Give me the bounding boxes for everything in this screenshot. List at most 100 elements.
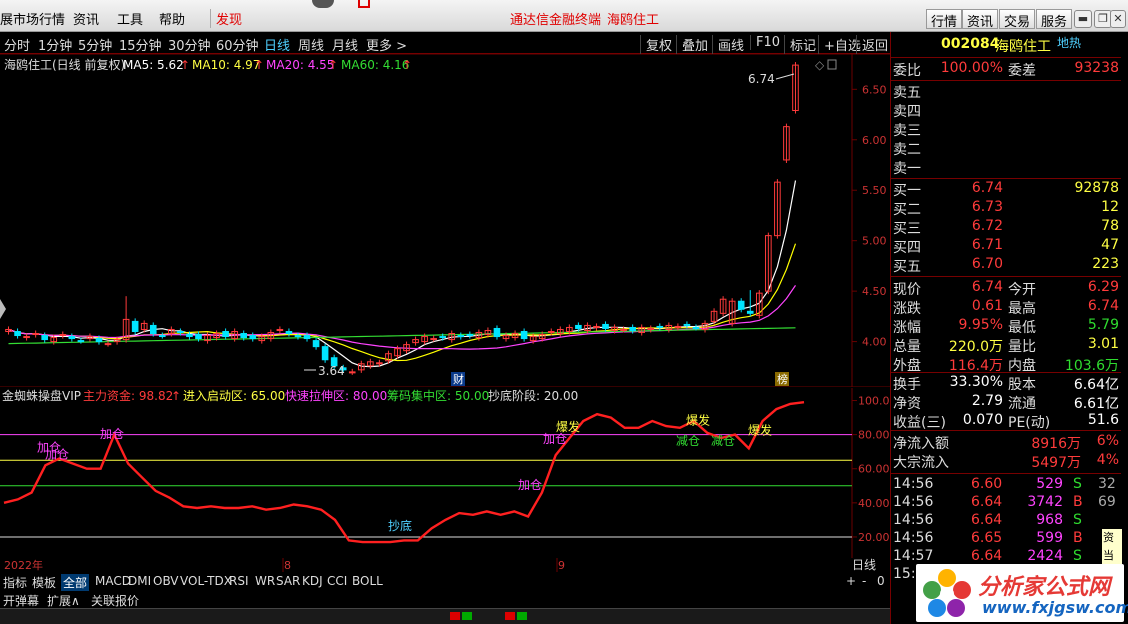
danmu-button[interactable]: 开弹幕 (3, 592, 39, 609)
low-label: 3.64 (318, 364, 345, 378)
btn-quote[interactable]: 行情 (926, 9, 963, 30)
period-1min[interactable]: 1分钟 (38, 35, 72, 54)
stat2-label-2: PE(动) (1008, 415, 1051, 431)
stat-value-2: 6.29 (1087, 279, 1119, 295)
tool-fuquan[interactable]: 复权 (640, 35, 672, 54)
tab-boll[interactable]: BOLL (352, 574, 383, 588)
kline-chart[interactable]: 海鸥住工(日线 前复权) MA5: 5.62 ↑ MA10: 4.97 ↑ MA… (0, 54, 890, 387)
btn-trade[interactable]: 交易 (999, 9, 1036, 30)
stat2-value-2: 6.64亿 (1073, 377, 1119, 393)
tab-sar[interactable]: SAR (276, 574, 300, 588)
tab-indicator[interactable]: 指标 (3, 574, 27, 591)
tool-f10[interactable]: F10 (750, 35, 780, 50)
watermark-logo: 分析家公式网 www.fxjgsw.com (916, 564, 1128, 622)
menu-discover[interactable]: 发现 (210, 9, 242, 28)
ind-annotation: 爆发 (686, 412, 710, 427)
status-up2-icon (505, 612, 515, 620)
buy2-price: 6.73 (971, 199, 1003, 215)
candle-body (177, 331, 184, 334)
candle-body (77, 340, 85, 343)
diamond-icon[interactable]: ◇ (815, 58, 825, 72)
ma5-arrow: ↑ (180, 58, 190, 72)
menu-tools[interactable]: 工具 (117, 9, 143, 28)
close-icon[interactable]: ✕ (1110, 10, 1126, 28)
period-more[interactable]: 更多 > (366, 35, 407, 54)
status-down-icon (462, 612, 472, 620)
tool-mark[interactable]: 标记 (784, 35, 816, 54)
menu-news[interactable]: 资讯 (73, 9, 99, 28)
stat2-row: 收益(三) 0.070 PE(动) 51.6 (891, 412, 1121, 431)
scroll-left-icon[interactable] (0, 299, 6, 319)
zoom-reset-button[interactable]: 0 (877, 574, 885, 588)
indicator-chart[interactable]: 金蜘蛛操盘VIP 主力资金: 98.82 ↑ 进入启动区: 65.00 快速拉伸… (0, 388, 890, 558)
promo-terminal[interactable]: 通达信金融终端 (510, 9, 601, 28)
buy4-row[interactable]: 买四 6.71 47 (891, 237, 1121, 256)
candle-body (629, 326, 636, 331)
tool-overlay[interactable]: 叠加 (676, 35, 708, 54)
candle-body (746, 310, 754, 314)
period-monthly[interactable]: 月线 (332, 35, 358, 54)
tool-add-watch[interactable]: +自选 (818, 35, 861, 54)
tool-back[interactable]: 返回 (856, 35, 888, 54)
candle-body (439, 336, 447, 339)
zoom-in-button[interactable]: + (846, 574, 856, 588)
candle-body (737, 300, 745, 310)
btn-news[interactable]: 资讯 (962, 9, 999, 30)
tick-price: 6.64 (971, 494, 1003, 510)
period-5min[interactable]: 5分钟 (78, 35, 112, 54)
buy2-row[interactable]: 买二 6.73 12 (891, 199, 1121, 218)
ma20-arrow: ↑ (328, 58, 338, 72)
tab-template[interactable]: 模板 (32, 574, 56, 591)
promo-stock[interactable]: 海鸥住工 (607, 9, 659, 28)
ind-annotation: 加仓 (543, 432, 567, 446)
stock-tag[interactable]: 地热 (1057, 34, 1081, 51)
tab-cci[interactable]: CCI (327, 574, 347, 588)
stat2-label-2: 股本 (1008, 377, 1036, 393)
expand-button[interactable]: 扩展∧ (47, 592, 80, 609)
period-15min[interactable]: 15分钟 (119, 35, 162, 54)
tick-count: 32 (1098, 476, 1116, 492)
minimize-icon[interactable]: ▬ (1074, 10, 1092, 28)
ma10-label: MA10: 4.97 (192, 58, 260, 72)
stat-value-2: 3.01 (1087, 336, 1119, 352)
buy3-price: 6.72 (971, 218, 1003, 234)
tab-macd[interactable]: MACD (95, 574, 131, 588)
related-quote-button[interactable]: 关联报价 (91, 592, 139, 609)
sell1-label: 卖一 (893, 161, 921, 177)
tab-kdj[interactable]: KDJ (302, 574, 323, 588)
tab-rsi[interactable]: RSI (229, 574, 249, 588)
tab-wr[interactable]: WR (255, 574, 275, 588)
tab-vol-tdx[interactable]: VOL-TDX (180, 574, 232, 588)
quote-panel: 002084 海鸥住工 地热 委比 100.00% 委差 93238 卖五 卖四… (890, 32, 1122, 624)
period-daily[interactable]: 日线 (264, 35, 290, 54)
buy3-label: 买三 (893, 221, 921, 237)
sell5-row: 卖五 (891, 82, 1121, 101)
menu-bar: 展市场行情 资讯 工具 帮助 发现 通达信金融终端 海鸥住工 行情 资讯 交易 … (0, 0, 1128, 32)
netflow-label: 净流入额 (893, 436, 949, 452)
buy1-row[interactable]: 买一 6.74 92878 (891, 180, 1121, 199)
tab-obv[interactable]: OBV (153, 574, 179, 588)
buy5-row[interactable]: 买五 6.70 223 (891, 256, 1121, 275)
period-weekly[interactable]: 周线 (298, 35, 324, 54)
period-60min[interactable]: 60分钟 (216, 35, 259, 54)
window-toggle-icon[interactable] (827, 59, 837, 70)
buy4-vol: 47 (1101, 237, 1119, 253)
candle-body (68, 336, 76, 340)
candle-body (195, 334, 202, 340)
status-up-icon (450, 612, 460, 620)
menu-help[interactable]: 帮助 (159, 9, 185, 28)
tab-all[interactable]: 全部 (61, 574, 90, 591)
period-30min[interactable]: 30分钟 (168, 35, 211, 54)
tab-dmi[interactable]: DMI (128, 574, 151, 588)
ind-y-label: 100.00 (858, 395, 890, 408)
tool-draw[interactable]: 画线 (712, 35, 744, 54)
buy3-row[interactable]: 买三 6.72 78 (891, 218, 1121, 237)
blockflow-row: 大宗流入 5497万 4% (891, 452, 1121, 471)
ind-fast: 快速拉伸区: 80.00 (285, 388, 387, 403)
zoom-out-button[interactable]: - (862, 574, 866, 588)
btn-service[interactable]: 服务 (1036, 9, 1073, 30)
period-fenshi[interactable]: 分时 (4, 35, 30, 54)
tick-volume: 3742 (1027, 494, 1063, 510)
stock-tab-icon[interactable] (358, 0, 370, 8)
tick-direction: B (1073, 530, 1083, 546)
